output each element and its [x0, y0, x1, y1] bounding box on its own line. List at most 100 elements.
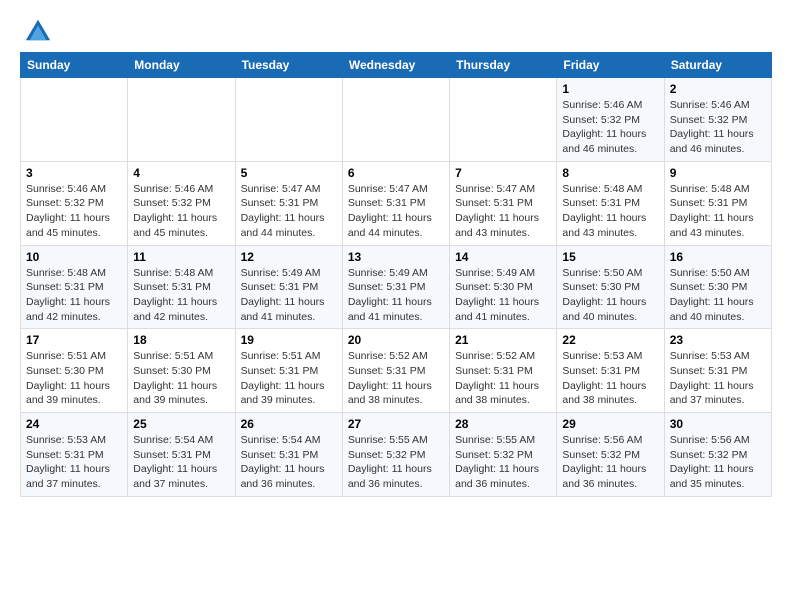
day-info: Sunrise: 5:50 AMSunset: 5:30 PMDaylight:… — [670, 266, 766, 325]
day-info: Sunrise: 5:47 AMSunset: 5:31 PMDaylight:… — [348, 182, 444, 241]
day-number: 12 — [241, 250, 337, 264]
weekday-header: Tuesday — [235, 53, 342, 78]
calendar-cell: 23 Sunrise: 5:53 AMSunset: 5:31 PMDayligh… — [664, 329, 771, 413]
day-info: Sunrise: 5:46 AMSunset: 5:32 PMDaylight:… — [26, 182, 122, 241]
calendar-cell: 6 Sunrise: 5:47 AMSunset: 5:31 PMDaylight… — [342, 161, 449, 245]
calendar-cell: 28 Sunrise: 5:55 AMSunset: 5:32 PMDayligh… — [450, 413, 557, 497]
calendar-cell: 22 Sunrise: 5:53 AMSunset: 5:31 PMDayligh… — [557, 329, 664, 413]
header — [20, 16, 772, 44]
day-number: 27 — [348, 417, 444, 431]
day-info: Sunrise: 5:54 AMSunset: 5:31 PMDaylight:… — [133, 433, 229, 492]
day-info: Sunrise: 5:54 AMSunset: 5:31 PMDaylight:… — [241, 433, 337, 492]
day-info: Sunrise: 5:56 AMSunset: 5:32 PMDaylight:… — [670, 433, 766, 492]
day-number: 19 — [241, 333, 337, 347]
day-number: 1 — [562, 82, 658, 96]
calendar-cell: 12 Sunrise: 5:49 AMSunset: 5:31 PMDayligh… — [235, 245, 342, 329]
day-number: 8 — [562, 166, 658, 180]
day-number: 28 — [455, 417, 551, 431]
day-number: 25 — [133, 417, 229, 431]
day-info: Sunrise: 5:47 AMSunset: 5:31 PMDaylight:… — [241, 182, 337, 241]
day-number: 20 — [348, 333, 444, 347]
day-info: Sunrise: 5:49 AMSunset: 5:31 PMDaylight:… — [241, 266, 337, 325]
calendar-cell: 21 Sunrise: 5:52 AMSunset: 5:31 PMDayligh… — [450, 329, 557, 413]
day-info: Sunrise: 5:47 AMSunset: 5:31 PMDaylight:… — [455, 182, 551, 241]
day-number: 6 — [348, 166, 444, 180]
day-number: 18 — [133, 333, 229, 347]
calendar-cell — [128, 78, 235, 162]
day-number: 5 — [241, 166, 337, 180]
day-number: 24 — [26, 417, 122, 431]
weekday-header: Friday — [557, 53, 664, 78]
calendar-cell: 18 Sunrise: 5:51 AMSunset: 5:30 PMDayligh… — [128, 329, 235, 413]
day-info: Sunrise: 5:46 AMSunset: 5:32 PMDaylight:… — [670, 98, 766, 157]
day-info: Sunrise: 5:48 AMSunset: 5:31 PMDaylight:… — [26, 266, 122, 325]
weekday-header: Wednesday — [342, 53, 449, 78]
day-info: Sunrise: 5:53 AMSunset: 5:31 PMDaylight:… — [562, 349, 658, 408]
day-info: Sunrise: 5:55 AMSunset: 5:32 PMDaylight:… — [455, 433, 551, 492]
calendar-cell: 4Sunrise: 5:46 AMSunset: 5:32 PMDaylight… — [128, 161, 235, 245]
calendar-cell: 11Sunrise: 5:48 AMSunset: 5:31 PMDayligh… — [128, 245, 235, 329]
calendar-cell: 1 Sunrise: 5:46 AMSunset: 5:32 PMDaylight… — [557, 78, 664, 162]
day-number: 15 — [562, 250, 658, 264]
page: SundayMondayTuesdayWednesdayThursdayFrid… — [0, 0, 792, 517]
day-number: 7 — [455, 166, 551, 180]
day-info: Sunrise: 5:51 AMSunset: 5:31 PMDaylight:… — [241, 349, 337, 408]
day-info: Sunrise: 5:52 AMSunset: 5:31 PMDaylight:… — [348, 349, 444, 408]
day-info: Sunrise: 5:50 AMSunset: 5:30 PMDaylight:… — [562, 266, 658, 325]
calendar-cell: 29 Sunrise: 5:56 AMSunset: 5:32 PMDayligh… — [557, 413, 664, 497]
day-number: 10 — [26, 250, 122, 264]
calendar-cell: 9 Sunrise: 5:48 AMSunset: 5:31 PMDaylight… — [664, 161, 771, 245]
day-number: 13 — [348, 250, 444, 264]
calendar-cell: 19 Sunrise: 5:51 AMSunset: 5:31 PMDayligh… — [235, 329, 342, 413]
day-info: Sunrise: 5:48 AMSunset: 5:31 PMDaylight:… — [670, 182, 766, 241]
day-info: Sunrise: 5:46 AMSunset: 5:32 PMDaylight:… — [133, 182, 229, 241]
day-info: Sunrise: 5:49 AMSunset: 5:30 PMDaylight:… — [455, 266, 551, 325]
day-number: 22 — [562, 333, 658, 347]
day-number: 26 — [241, 417, 337, 431]
day-info: Sunrise: 5:55 AMSunset: 5:32 PMDaylight:… — [348, 433, 444, 492]
calendar-cell: 17 Sunrise: 5:51 AMSunset: 5:30 PMDayligh… — [21, 329, 128, 413]
day-info: Sunrise: 5:51 AMSunset: 5:30 PMDaylight:… — [133, 349, 229, 408]
weekday-header: Monday — [128, 53, 235, 78]
calendar-cell: 27 Sunrise: 5:55 AMSunset: 5:32 PMDayligh… — [342, 413, 449, 497]
day-number: 23 — [670, 333, 766, 347]
logo — [20, 16, 52, 44]
calendar-cell: 2 Sunrise: 5:46 AMSunset: 5:32 PMDaylight… — [664, 78, 771, 162]
weekday-header: Thursday — [450, 53, 557, 78]
calendar-cell — [342, 78, 449, 162]
day-number: 30 — [670, 417, 766, 431]
calendar-week-row: 1 Sunrise: 5:46 AMSunset: 5:32 PMDaylight… — [21, 78, 772, 162]
weekday-header: Saturday — [664, 53, 771, 78]
day-number: 9 — [670, 166, 766, 180]
calendar-cell: 20 Sunrise: 5:52 AMSunset: 5:31 PMDayligh… — [342, 329, 449, 413]
day-info: Sunrise: 5:49 AMSunset: 5:31 PMDaylight:… — [348, 266, 444, 325]
calendar-cell — [235, 78, 342, 162]
calendar-cell: 25 Sunrise: 5:54 AMSunset: 5:31 PMDayligh… — [128, 413, 235, 497]
calendar-week-row: 17 Sunrise: 5:51 AMSunset: 5:30 PMDayligh… — [21, 329, 772, 413]
day-info: Sunrise: 5:53 AMSunset: 5:31 PMDaylight:… — [670, 349, 766, 408]
calendar-week-row: 10 Sunrise: 5:48 AMSunset: 5:31 PMDayligh… — [21, 245, 772, 329]
day-info: Sunrise: 5:53 AMSunset: 5:31 PMDaylight:… — [26, 433, 122, 492]
calendar-cell: 3 Sunrise: 5:46 AMSunset: 5:32 PMDaylight… — [21, 161, 128, 245]
calendar-cell: 16 Sunrise: 5:50 AMSunset: 5:30 PMDayligh… — [664, 245, 771, 329]
day-info: Sunrise: 5:51 AMSunset: 5:30 PMDaylight:… — [26, 349, 122, 408]
day-number: 2 — [670, 82, 766, 96]
calendar-table: SundayMondayTuesdayWednesdayThursdayFrid… — [20, 52, 772, 497]
calendar-week-row: 3 Sunrise: 5:46 AMSunset: 5:32 PMDaylight… — [21, 161, 772, 245]
day-number: 3 — [26, 166, 122, 180]
day-info: Sunrise: 5:56 AMSunset: 5:32 PMDaylight:… — [562, 433, 658, 492]
day-number: 17 — [26, 333, 122, 347]
calendar-cell: 15 Sunrise: 5:50 AMSunset: 5:30 PMDayligh… — [557, 245, 664, 329]
day-number: 16 — [670, 250, 766, 264]
calendar-cell: 14 Sunrise: 5:49 AMSunset: 5:30 PMDayligh… — [450, 245, 557, 329]
day-info: Sunrise: 5:46 AMSunset: 5:32 PMDaylight:… — [562, 98, 658, 157]
weekday-header: Sunday — [21, 53, 128, 78]
calendar-cell: 30 Sunrise: 5:56 AMSunset: 5:32 PMDayligh… — [664, 413, 771, 497]
calendar-cell: 26 Sunrise: 5:54 AMSunset: 5:31 PMDayligh… — [235, 413, 342, 497]
day-number: 29 — [562, 417, 658, 431]
day-info: Sunrise: 5:48 AMSunset: 5:31 PMDaylight:… — [133, 266, 229, 325]
calendar-cell: 10 Sunrise: 5:48 AMSunset: 5:31 PMDayligh… — [21, 245, 128, 329]
day-number: 21 — [455, 333, 551, 347]
day-number: 14 — [455, 250, 551, 264]
day-info: Sunrise: 5:52 AMSunset: 5:31 PMDaylight:… — [455, 349, 551, 408]
